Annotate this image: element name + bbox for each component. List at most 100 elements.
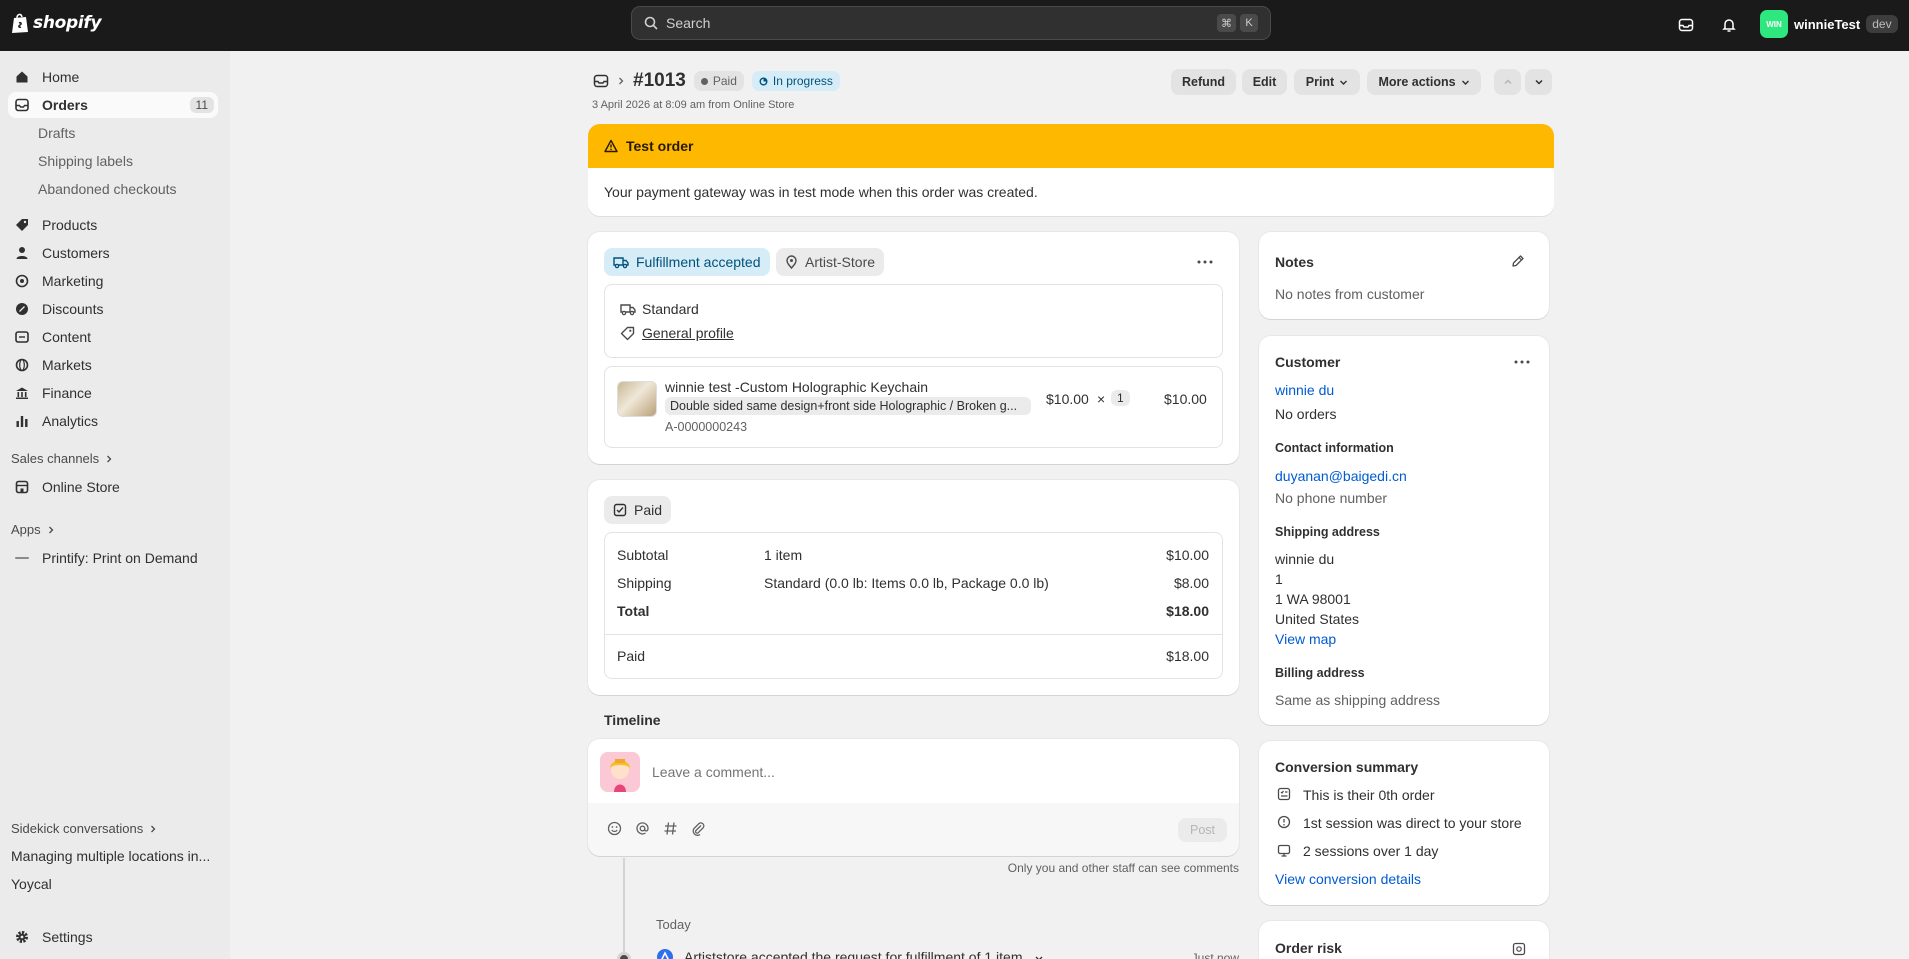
- view-conversion-details-link[interactable]: View conversion details: [1275, 871, 1421, 887]
- page-title: #1013: [633, 70, 686, 91]
- edit-pencil-icon[interactable]: [1511, 254, 1525, 268]
- banner-message: Your payment gateway was in test mode wh…: [588, 168, 1554, 216]
- emoji-icon[interactable]: [607, 821, 622, 836]
- sidebar-item-markets[interactable]: Markets: [8, 352, 218, 378]
- sidebar-item-abandoned-checkouts[interactable]: Abandoned checkouts: [38, 181, 177, 197]
- edit-button[interactable]: Edit: [1242, 69, 1287, 95]
- conversion-line: 2 sessions over 1 day: [1303, 843, 1439, 859]
- sidekick-conversation-item[interactable]: Managing multiple locations in...: [11, 848, 210, 864]
- tag-icon: [620, 326, 635, 341]
- sidebar-section-apps[interactable]: Apps: [11, 522, 55, 537]
- multiply-sign: ×: [1097, 391, 1106, 407]
- sidebar-item-discounts[interactable]: Discounts: [8, 296, 218, 322]
- print-button-label: Print: [1305, 75, 1335, 89]
- sidebar-item-content[interactable]: Content: [8, 324, 218, 350]
- hashtag-icon[interactable]: [663, 821, 678, 836]
- bell-icon[interactable]: [1718, 14, 1740, 36]
- user-menu[interactable]: WIN winnieTest dev: [1760, 10, 1898, 38]
- sales-channels-label: Sales channels: [11, 451, 100, 466]
- target-icon: [14, 273, 30, 289]
- sidebar-label-content: Content: [42, 329, 92, 345]
- store-tag: dev: [1866, 15, 1898, 33]
- risk-report-icon[interactable]: [1512, 942, 1526, 956]
- sidebar-section-sidekick[interactable]: Sidekick conversations: [11, 821, 157, 836]
- total-value: $18.00: [1166, 603, 1209, 619]
- sidebar-label-analytics: Analytics: [42, 413, 99, 429]
- sidekick-conversation-item[interactable]: Yoycal: [11, 876, 52, 892]
- sidebar-label-marketing: Marketing: [42, 273, 104, 289]
- paid-value: $18.00: [1166, 648, 1209, 664]
- sidebar-item-settings[interactable]: Settings: [8, 924, 218, 950]
- status-badge-paid-label: Paid: [712, 74, 737, 88]
- sidebar-item-printify[interactable]: Printify: Print on Demand: [8, 545, 218, 571]
- test-order-banner: Test order: [588, 124, 1554, 168]
- next-order-button[interactable]: [1525, 69, 1552, 95]
- sidebar-item-analytics[interactable]: Analytics: [8, 408, 218, 434]
- attachment-icon[interactable]: [691, 821, 706, 836]
- apps-label: Apps: [11, 522, 41, 537]
- refund-button[interactable]: Refund: [1171, 69, 1236, 95]
- product-title-link[interactable]: winnie test -Custom Holographic Keychain: [665, 379, 928, 395]
- chevron-down-icon: [1461, 78, 1470, 87]
- timeline-event-text[interactable]: Artiststore accepted the request for ful…: [684, 949, 1023, 959]
- more-actions-label: More actions: [1378, 75, 1456, 89]
- post-button[interactable]: Post: [1178, 818, 1227, 842]
- print-button[interactable]: Print: [1294, 69, 1360, 95]
- inbox-icon[interactable]: [1675, 14, 1697, 36]
- shopify-logo[interactable]: shopify: [11, 12, 102, 34]
- sidebar-item-products[interactable]: Products: [8, 212, 218, 238]
- shipping-profile-link[interactable]: General profile: [642, 325, 734, 341]
- mention-icon[interactable]: [635, 821, 650, 836]
- tag-icon: [14, 217, 30, 233]
- sidebar-item-online-store[interactable]: Online Store: [8, 474, 218, 500]
- sidebar-item-customers[interactable]: Customers: [8, 240, 218, 266]
- sidebar-label-products: Products: [42, 217, 98, 233]
- notes-heading: Notes: [1275, 254, 1314, 270]
- sidebar-label-orders: Orders: [42, 97, 88, 113]
- billing-address-body: Same as shipping address: [1275, 692, 1440, 708]
- subtotal-label: Subtotal: [617, 547, 669, 563]
- bank-icon: [14, 385, 30, 401]
- sidebar-label-markets: Markets: [42, 357, 92, 373]
- search-bar[interactable]: Search ⌘ K: [631, 6, 1271, 40]
- person-icon: [14, 245, 30, 261]
- sidebar-label-printify: Printify: Print on Demand: [42, 550, 198, 566]
- globe-icon: [14, 357, 30, 373]
- view-map-link[interactable]: View map: [1275, 631, 1336, 647]
- sidebar-item-finance[interactable]: Finance: [8, 380, 218, 406]
- receipt-check-icon: [613, 503, 627, 517]
- sidebar-item-drafts[interactable]: Drafts: [38, 125, 75, 141]
- chevron-down-icon[interactable]: [1034, 955, 1044, 959]
- shopify-bag-icon: [11, 12, 29, 34]
- order-subtitle: 3 April 2026 at 8:09 am from Online Stor…: [592, 99, 795, 111]
- more-actions-button[interactable]: More actions: [1367, 69, 1481, 95]
- sidebar-item-orders[interactable]: Orders 11: [8, 92, 218, 118]
- address-line: 1 WA 98001: [1275, 591, 1351, 607]
- comment-input[interactable]: [652, 762, 1212, 782]
- top-bar: shopify Search ⌘ K WIN winnieTest dev: [0, 0, 1909, 51]
- sidebar-section-sales-channels[interactable]: Sales channels: [11, 451, 113, 466]
- customer-more-icon[interactable]: [1510, 352, 1534, 372]
- sidebar-item-shipping-labels[interactable]: Shipping labels: [38, 153, 133, 169]
- customer-name-link[interactable]: winnie du: [1275, 382, 1334, 398]
- product-thumbnail[interactable]: [617, 381, 657, 417]
- shipping-address-heading: Shipping address: [1275, 525, 1380, 539]
- logo-text: shopify: [33, 13, 102, 33]
- gear-icon: [14, 929, 30, 945]
- artiststore-icon: [656, 948, 674, 959]
- sidebar-item-home[interactable]: Home: [8, 64, 218, 90]
- user-name: winnieTest: [1794, 16, 1861, 32]
- chevron-right-icon: [617, 76, 625, 86]
- payment-status-label: Paid: [634, 502, 663, 518]
- banner-body-text: Your payment gateway was in test mode wh…: [604, 184, 1038, 200]
- timeline-event-time: Just now: [1191, 951, 1239, 959]
- order-risk-heading: Order risk: [1275, 940, 1342, 956]
- fulfillment-status-label: Fulfillment accepted: [636, 254, 761, 270]
- notes-body: No notes from customer: [1275, 286, 1425, 302]
- orders-breadcrumb-icon[interactable]: [593, 73, 609, 89]
- customer-email-link[interactable]: duyanan@baigedi.cn: [1275, 468, 1407, 484]
- fulfillment-more-icon[interactable]: [1193, 252, 1217, 272]
- previous-order-button[interactable]: [1494, 69, 1521, 95]
- paid-label: Paid: [617, 648, 646, 664]
- sidebar-item-marketing[interactable]: Marketing: [8, 268, 218, 294]
